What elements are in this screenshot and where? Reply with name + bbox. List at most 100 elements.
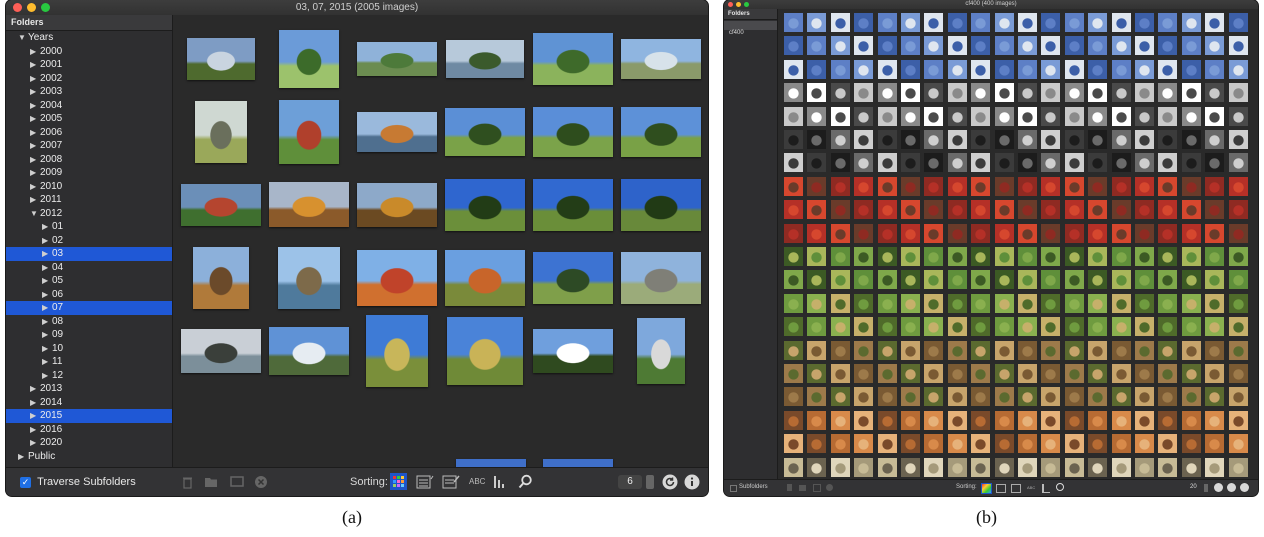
image-cell[interactable] (1135, 317, 1154, 337)
image-cell[interactable] (1041, 387, 1061, 407)
image-cell[interactable] (971, 457, 991, 477)
photo-thumbnail[interactable] (621, 106, 701, 157)
image-cell[interactable] (807, 223, 827, 243)
image-cell[interactable] (1205, 223, 1225, 243)
image-cell[interactable] (1018, 59, 1037, 79)
image-cell[interactable] (994, 247, 1014, 266)
image-cell[interactable] (1135, 106, 1154, 126)
image-cell[interactable] (1228, 247, 1248, 266)
image-cell[interactable] (784, 457, 803, 477)
trash-icon[interactable] (787, 484, 792, 491)
photo-thumbnail[interactable] (621, 178, 701, 231)
image-cell[interactable] (1158, 410, 1178, 430)
image-cell[interactable] (1158, 364, 1178, 383)
image-cell[interactable] (877, 387, 897, 407)
image-cell[interactable] (877, 270, 897, 290)
image-cell[interactable] (1135, 340, 1154, 360)
image-cell[interactable] (1018, 83, 1037, 103)
tree-item[interactable]: ▶ 2003 (6, 85, 172, 99)
image-cell[interactable] (1018, 36, 1037, 56)
image-cell[interactable] (807, 410, 827, 430)
image-cell[interactable] (830, 457, 850, 477)
image-cell[interactable] (830, 153, 850, 173)
image-cell[interactable] (784, 387, 803, 407)
filter-icon[interactable] (1227, 483, 1236, 492)
photo-thumbnail[interactable] (445, 178, 525, 231)
image-cell[interactable] (901, 387, 920, 407)
image-cell[interactable] (1205, 340, 1225, 360)
tree-item[interactable]: ▶ 2002 (6, 72, 172, 86)
image-cell[interactable] (854, 176, 874, 196)
image-cell[interactable] (1228, 317, 1248, 337)
image-cell[interactable] (1111, 434, 1131, 454)
image-cell[interactable] (971, 130, 991, 149)
image-cell[interactable] (877, 176, 897, 196)
image-cell[interactable] (784, 36, 803, 56)
image-cell[interactable] (1088, 59, 1108, 79)
image-cell[interactable] (1158, 176, 1178, 196)
image-cell[interactable] (877, 223, 897, 243)
image-cell[interactable] (1041, 223, 1061, 243)
disclosure-closed-icon[interactable]: ▶ (30, 72, 40, 86)
disclosure-closed-icon[interactable]: ▶ (42, 220, 52, 234)
disclosure-closed-icon[interactable]: ▶ (42, 315, 52, 329)
image-cell[interactable] (877, 106, 897, 126)
image-cell[interactable] (784, 293, 803, 313)
disclosure-open-icon[interactable]: ▼ (30, 207, 40, 221)
image-cell[interactable] (947, 247, 967, 266)
disclosure-closed-icon[interactable]: ▶ (30, 99, 40, 113)
photo-thumbnail[interactable] (637, 317, 685, 384)
columns-stepper[interactable]: 6 (618, 475, 642, 489)
image-cell[interactable] (1018, 270, 1037, 290)
image-cell[interactable] (971, 387, 991, 407)
image-cell[interactable] (1064, 247, 1084, 266)
display-icon[interactable] (230, 476, 244, 488)
image-cell[interactable] (830, 106, 850, 126)
image-cell[interactable] (877, 247, 897, 266)
image-cell[interactable] (854, 106, 874, 126)
image-cell[interactable] (854, 387, 874, 407)
image-cell[interactable] (1111, 176, 1131, 196)
image-cell[interactable] (1064, 223, 1084, 243)
photo-thumbnail[interactable] (446, 39, 524, 78)
photo-thumbnail[interactable] (533, 178, 613, 231)
image-cell[interactable] (924, 153, 944, 173)
image-cell[interactable] (1158, 13, 1178, 32)
image-cell[interactable] (924, 270, 944, 290)
image-cell[interactable] (1064, 130, 1084, 149)
image-cell[interactable] (1064, 270, 1084, 290)
image-cell[interactable] (994, 59, 1014, 79)
image-cell[interactable] (830, 83, 850, 103)
image-cell[interactable] (1111, 410, 1131, 430)
image-cell[interactable] (1181, 293, 1201, 313)
image-cell[interactable] (1018, 457, 1037, 477)
image-cell[interactable] (1041, 153, 1061, 173)
image-cell[interactable] (994, 36, 1014, 56)
image-cell[interactable] (1158, 434, 1178, 454)
image-cell[interactable] (1158, 223, 1178, 243)
histogram-sort-icon[interactable] (1042, 484, 1050, 493)
image-cell[interactable] (1064, 83, 1084, 103)
photo-thumbnail[interactable] (357, 182, 437, 227)
image-cell[interactable] (1205, 200, 1225, 220)
tree-item[interactable]: ▶ 07 (6, 301, 172, 315)
disclosure-open-icon[interactable]: ▼ (18, 31, 28, 45)
tree-item[interactable]: ▶ 10 (6, 342, 172, 356)
photo-thumbnail[interactable] (533, 106, 613, 157)
image-cell[interactable] (1088, 434, 1108, 454)
image-cell[interactable] (1088, 223, 1108, 243)
image-cell[interactable] (1088, 247, 1108, 266)
image-cell[interactable] (784, 270, 803, 290)
image-cell[interactable] (901, 457, 920, 477)
image-cell[interactable] (924, 36, 944, 56)
image-cell[interactable] (947, 36, 967, 56)
image-cell[interactable] (1135, 59, 1154, 79)
image-cell[interactable] (830, 176, 850, 196)
image-cell[interactable] (1041, 83, 1061, 103)
image-cell[interactable] (1111, 457, 1131, 477)
image-cell[interactable] (1205, 13, 1225, 32)
image-cell[interactable] (994, 317, 1014, 337)
image-cell[interactable] (807, 59, 827, 79)
image-cell[interactable] (1228, 270, 1248, 290)
image-cell[interactable] (1158, 130, 1178, 149)
